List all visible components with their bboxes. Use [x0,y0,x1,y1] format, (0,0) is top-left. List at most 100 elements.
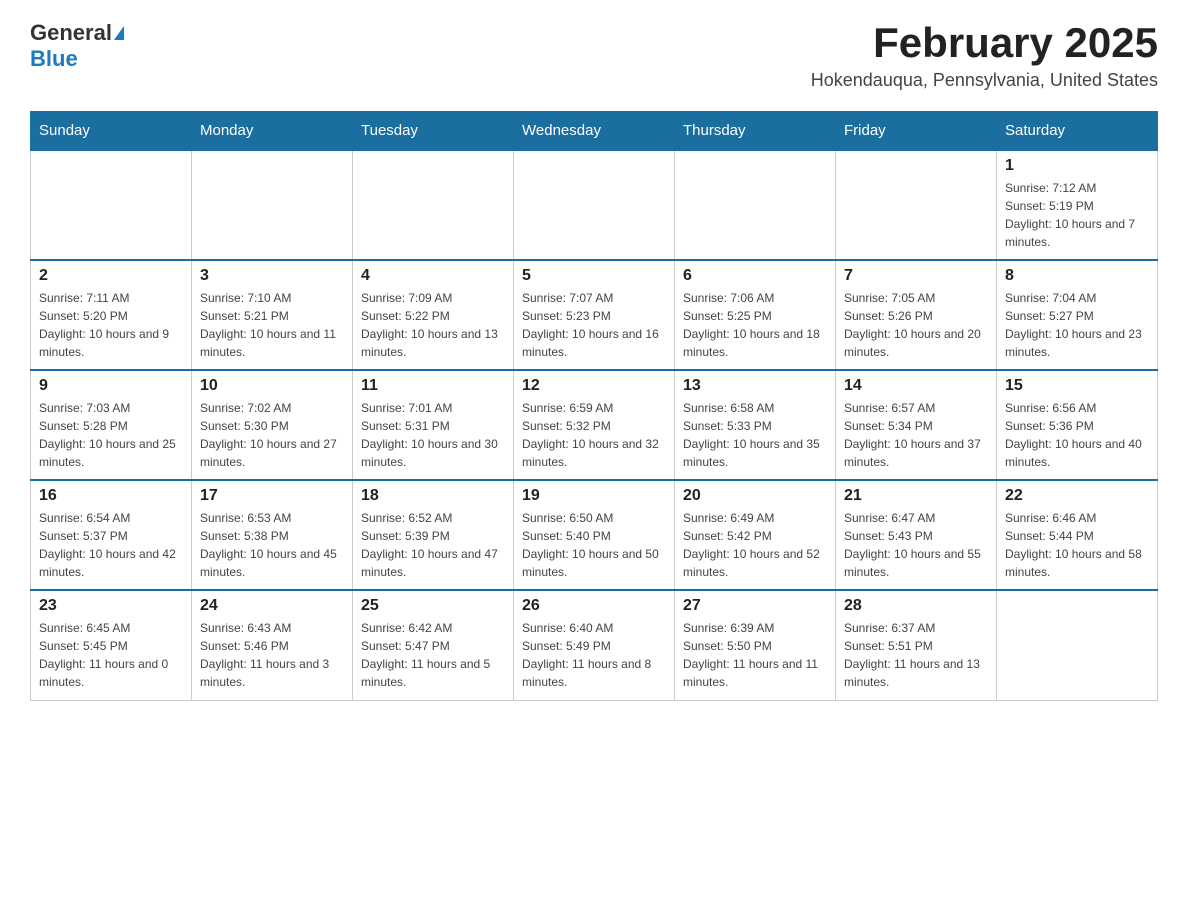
calendar-cell [997,590,1158,700]
calendar-week-row: 16Sunrise: 6:54 AM Sunset: 5:37 PM Dayli… [31,480,1158,590]
calendar-cell: 4 Sunrise: 7:09 AM Sunset: 5:22 PM Daylig… [353,260,514,370]
calendar-cell: 7 Sunrise: 7:05 AM Sunset: 5:26 PM Daylig… [836,260,997,370]
month-title: February 2025 [811,20,1158,66]
logo: General Blue [30,20,124,72]
day-number: 7 [844,267,988,285]
calendar-cell: 6 Sunrise: 7:06 AM Sunset: 5:25 PM Daylig… [675,260,836,370]
day-of-week-header: Friday [836,112,997,151]
calendar-cell: 5 Sunrise: 7:07 AM Sunset: 5:23 PM Daylig… [514,260,675,370]
calendar-cell [192,150,353,260]
day-info: Sunrise: 6:43 AM Sunset: 5:46 PM Dayligh… [200,619,344,691]
day-number: 28 [844,597,988,615]
day-info: Sunrise: 7:11 AM Sunset: 5:20 PM Dayligh… [39,289,183,361]
calendar-cell: 22Sunrise: 6:46 AM Sunset: 5:44 PM Dayli… [997,480,1158,590]
calendar-cell: 24 Sunrise: 6:43 AM Sunset: 5:46 PM Dayli… [192,590,353,700]
day-number: 23 [39,597,183,615]
calendar-cell: 1 Sunrise: 7:12 AM Sunset: 5:19 PM Daylig… [997,150,1158,260]
calendar-week-row: 2 Sunrise: 7:11 AM Sunset: 5:20 PM Daylig… [31,260,1158,370]
day-number: 3 [200,267,344,285]
calendar-header: SundayMondayTuesdayWednesdayThursdayFrid… [31,112,1158,151]
calendar-cell: 16Sunrise: 6:54 AM Sunset: 5:37 PM Dayli… [31,480,192,590]
day-number: 18 [361,487,505,505]
logo-general-text: General [30,20,112,46]
calendar-body: 1 Sunrise: 7:12 AM Sunset: 5:19 PM Daylig… [31,150,1158,700]
calendar-cell: 28 Sunrise: 6:37 AM Sunset: 5:51 PM Dayli… [836,590,997,700]
day-info: Sunrise: 6:42 AM Sunset: 5:47 PM Dayligh… [361,619,505,691]
calendar-week-row: 1 Sunrise: 7:12 AM Sunset: 5:19 PM Daylig… [31,150,1158,260]
day-info: Sunrise: 7:10 AM Sunset: 5:21 PM Dayligh… [200,289,344,361]
day-number: 19 [522,487,666,505]
day-info: Sunrise: 6:40 AM Sunset: 5:49 PM Dayligh… [522,619,666,691]
day-info: Sunrise: 6:53 AM Sunset: 5:38 PM Dayligh… [200,509,344,581]
day-info: Sunrise: 7:12 AM Sunset: 5:19 PM Dayligh… [1005,179,1149,251]
day-number: 13 [683,377,827,395]
day-number: 4 [361,267,505,285]
day-number: 17 [200,487,344,505]
day-of-week-header: Wednesday [514,112,675,151]
day-number: 9 [39,377,183,395]
day-info: Sunrise: 7:05 AM Sunset: 5:26 PM Dayligh… [844,289,988,361]
day-info: Sunrise: 7:09 AM Sunset: 5:22 PM Dayligh… [361,289,505,361]
day-info: Sunrise: 6:59 AM Sunset: 5:32 PM Dayligh… [522,399,666,471]
calendar-cell: 18 Sunrise: 6:52 AM Sunset: 5:39 PM Dayli… [353,480,514,590]
title-section: February 2025 Hokendauqua, Pennsylvania,… [811,20,1158,91]
day-number: 5 [522,267,666,285]
day-info: Sunrise: 6:49 AM Sunset: 5:42 PM Dayligh… [683,509,827,581]
day-info: Sunrise: 7:06 AM Sunset: 5:25 PM Dayligh… [683,289,827,361]
day-info: Sunrise: 7:03 AM Sunset: 5:28 PM Dayligh… [39,399,183,471]
calendar-cell: 25Sunrise: 6:42 AM Sunset: 5:47 PM Dayli… [353,590,514,700]
day-info: Sunrise: 7:04 AM Sunset: 5:27 PM Dayligh… [1005,289,1149,361]
day-info: Sunrise: 6:45 AM Sunset: 5:45 PM Dayligh… [39,619,183,691]
calendar-cell: 19 Sunrise: 6:50 AM Sunset: 5:40 PM Dayli… [514,480,675,590]
day-info: Sunrise: 6:57 AM Sunset: 5:34 PM Dayligh… [844,399,988,471]
calendar-cell: 15Sunrise: 6:56 AM Sunset: 5:36 PM Dayli… [997,370,1158,480]
calendar-cell: 21 Sunrise: 6:47 AM Sunset: 5:43 PM Dayli… [836,480,997,590]
day-info: Sunrise: 7:02 AM Sunset: 5:30 PM Dayligh… [200,399,344,471]
day-number: 21 [844,487,988,505]
day-number: 6 [683,267,827,285]
calendar-cell: 2 Sunrise: 7:11 AM Sunset: 5:20 PM Daylig… [31,260,192,370]
day-number: 1 [1005,157,1149,175]
calendar-cell [353,150,514,260]
day-number: 2 [39,267,183,285]
calendar-cell: 12Sunrise: 6:59 AM Sunset: 5:32 PM Dayli… [514,370,675,480]
day-of-week-header: Thursday [675,112,836,151]
day-info: Sunrise: 6:52 AM Sunset: 5:39 PM Dayligh… [361,509,505,581]
day-number: 20 [683,487,827,505]
calendar-table: SundayMondayTuesdayWednesdayThursdayFrid… [30,111,1158,701]
day-info: Sunrise: 6:50 AM Sunset: 5:40 PM Dayligh… [522,509,666,581]
calendar-cell: 9 Sunrise: 7:03 AM Sunset: 5:28 PM Daylig… [31,370,192,480]
day-info: Sunrise: 6:37 AM Sunset: 5:51 PM Dayligh… [844,619,988,691]
day-info: Sunrise: 6:56 AM Sunset: 5:36 PM Dayligh… [1005,399,1149,471]
day-number: 10 [200,377,344,395]
day-info: Sunrise: 6:58 AM Sunset: 5:33 PM Dayligh… [683,399,827,471]
day-info: Sunrise: 6:46 AM Sunset: 5:44 PM Dayligh… [1005,509,1149,581]
page-header: General Blue February 2025 Hokendauqua, … [30,20,1158,91]
day-info: Sunrise: 6:47 AM Sunset: 5:43 PM Dayligh… [844,509,988,581]
calendar-cell [836,150,997,260]
header-row: SundayMondayTuesdayWednesdayThursdayFrid… [31,112,1158,151]
calendar-cell: 14 Sunrise: 6:57 AM Sunset: 5:34 PM Dayli… [836,370,997,480]
day-number: 11 [361,377,505,395]
calendar-cell: 10 Sunrise: 7:02 AM Sunset: 5:30 PM Dayli… [192,370,353,480]
day-of-week-header: Sunday [31,112,192,151]
day-number: 27 [683,597,827,615]
day-info: Sunrise: 6:54 AM Sunset: 5:37 PM Dayligh… [39,509,183,581]
day-number: 8 [1005,267,1149,285]
calendar-cell: 27 Sunrise: 6:39 AM Sunset: 5:50 PM Dayli… [675,590,836,700]
day-of-week-header: Saturday [997,112,1158,151]
calendar-cell: 8 Sunrise: 7:04 AM Sunset: 5:27 PM Daylig… [997,260,1158,370]
calendar-cell: 20 Sunrise: 6:49 AM Sunset: 5:42 PM Dayli… [675,480,836,590]
day-info: Sunrise: 7:07 AM Sunset: 5:23 PM Dayligh… [522,289,666,361]
calendar-week-row: 9 Sunrise: 7:03 AM Sunset: 5:28 PM Daylig… [31,370,1158,480]
day-info: Sunrise: 6:39 AM Sunset: 5:50 PM Dayligh… [683,619,827,691]
calendar-cell [675,150,836,260]
calendar-cell [514,150,675,260]
logo-triangle-icon [114,26,124,40]
day-number: 14 [844,377,988,395]
calendar-cell: 17 Sunrise: 6:53 AM Sunset: 5:38 PM Dayli… [192,480,353,590]
calendar-cell: 26Sunrise: 6:40 AM Sunset: 5:49 PM Dayli… [514,590,675,700]
day-number: 24 [200,597,344,615]
calendar-cell: 13 Sunrise: 6:58 AM Sunset: 5:33 PM Dayli… [675,370,836,480]
location-subtitle: Hokendauqua, Pennsylvania, United States [811,70,1158,91]
